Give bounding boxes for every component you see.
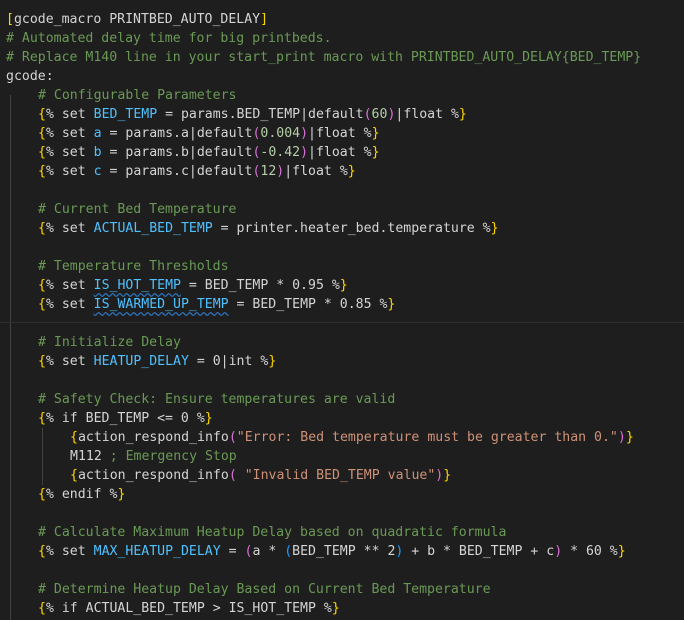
code-line-24[interactable]: M112 ; Emergency Stop: [70, 447, 237, 466]
code-line-8[interactable]: {% set b = params.b|default(-0.42)|float…: [38, 143, 380, 162]
code-line-5[interactable]: # Configurable Parameters: [38, 86, 237, 105]
code-line-21[interactable]: # Safety Check: Ensure temperatures are …: [38, 390, 395, 409]
code-line-26[interactable]: {% endif %}: [38, 485, 125, 504]
code-line-11[interactable]: # Current Bed Temperature: [38, 200, 237, 219]
code-line-32[interactable]: {% if ACTUAL_BED_TEMP > IS_HOT_TEMP %}: [38, 599, 340, 618]
code-line-14[interactable]: # Temperature Thresholds: [38, 257, 229, 276]
code-editor[interactable]: [gcode_macro PRINTBED_AUTO_DELAY] # Auto…: [0, 0, 684, 620]
code-line-25[interactable]: {action_respond_info( "Invalid BED_TEMP …: [70, 466, 451, 485]
code-line-31[interactable]: # Determine Heatup Delay Based on Curren…: [38, 580, 491, 599]
code-line-2[interactable]: # Automated delay time for big printbeds…: [6, 29, 332, 48]
code-line-6[interactable]: {% set BED_TEMP = params.BED_TEMP|defaul…: [38, 105, 467, 124]
indent-guide-nested: [42, 428, 43, 485]
code-line-12[interactable]: {% set ACTUAL_BED_TEMP = printer.heater_…: [38, 219, 499, 238]
code-line-28[interactable]: # Calculate Maximum Heatup Delay based o…: [38, 523, 506, 542]
code-line-18[interactable]: # Initialize Delay: [38, 333, 181, 352]
code-line-16[interactable]: {% set IS_WARMED_UP_TEMP = BED_TEMP * 0.…: [38, 295, 395, 314]
code-line-29[interactable]: {% set MAX_HEATUP_DELAY = (a * (BED_TEMP…: [38, 542, 626, 561]
code-line-3[interactable]: # Replace M140 line in your start_print …: [6, 48, 641, 67]
code-line-19[interactable]: {% set HEATUP_DELAY = 0|int %}: [38, 352, 276, 371]
code-line-4[interactable]: gcode:: [6, 67, 54, 86]
cursor-line-highlight: [0, 322, 684, 323]
code-line-23[interactable]: {action_respond_info("Error: Bed tempera…: [70, 428, 634, 447]
code-line-1[interactable]: [gcode_macro PRINTBED_AUTO_DELAY]: [6, 10, 268, 29]
code-line-15[interactable]: {% set IS_HOT_TEMP = BED_TEMP * 0.95 %}: [38, 276, 348, 295]
code-line-9[interactable]: {% set c = params.c|default(12)|float %}: [38, 162, 356, 181]
code-line-7[interactable]: {% set a = params.a|default(0.004)|float…: [38, 124, 380, 143]
indent-guide: [10, 95, 11, 620]
code-line-22[interactable]: {% if BED_TEMP <= 0 %}: [38, 409, 213, 428]
